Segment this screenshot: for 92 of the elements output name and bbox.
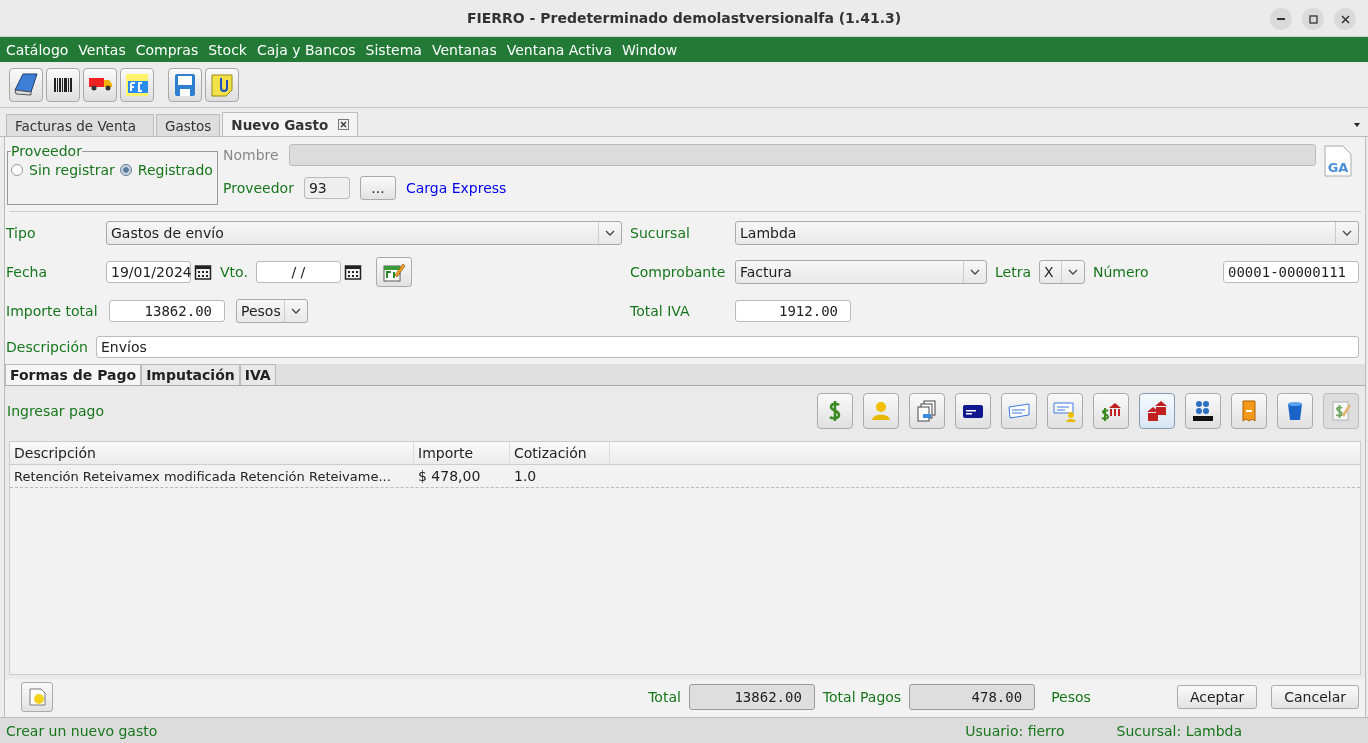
maximize-icon: [1308, 14, 1318, 24]
field-label: Letra: [995, 264, 1031, 280]
tab[interactable]: Imputación: [141, 364, 240, 385]
amount-field[interactable]: 13862.00: [109, 300, 225, 322]
toolbar-button[interactable]: [46, 67, 80, 102]
branch-dropdown[interactable]: Lambda: [735, 221, 1359, 245]
field-label: Proveedor: [223, 180, 294, 196]
field-label: Importe total: [6, 303, 99, 319]
field-label: Total: [648, 689, 681, 705]
supplier-link[interactable]: Carga Express: [405, 180, 507, 196]
calendar-pencil-icon: [381, 261, 406, 283]
letter-dropdown[interactable]: X: [1039, 260, 1085, 284]
maximize-button[interactable]: [1302, 8, 1324, 30]
due-date-field[interactable]: / /: [255, 261, 341, 283]
payment-method-button[interactable]: [955, 393, 991, 429]
supplier-code-field[interactable]: 93: [303, 177, 350, 199]
total-field: 13862.00: [688, 684, 815, 710]
section-label: Ingresar pago: [7, 403, 104, 419]
type-dropdown[interactable]: Gastos de envío: [106, 221, 622, 245]
payments-total-field: 478.00: [909, 684, 1036, 710]
window-title: FIERRO - Predeterminado demolastversionalfa (1.41.3): [466, 10, 902, 26]
close-button[interactable]: [1334, 8, 1356, 30]
dialog-button[interactable]: Aceptar: [1176, 685, 1258, 709]
calendar-icon: [194, 263, 212, 281]
table-cell-text: Retención Reteivamex modificada Retención Reteivame...: [13, 468, 392, 484]
menu-item[interactable]: Sistema: [365, 41, 422, 58]
field-label: Vto.: [220, 264, 248, 280]
person-icon: [869, 399, 893, 423]
menu-item[interactable]: Compras: [135, 41, 199, 58]
number-field[interactable]: 00001-00000111: [1223, 261, 1359, 283]
currency-dropdown[interactable]: Pesos: [236, 299, 308, 323]
vat-field[interactable]: 1912.00: [735, 300, 851, 322]
calendar-icon: [343, 263, 362, 281]
new-note-button[interactable]: [21, 682, 53, 712]
field-label: Descripción: [6, 339, 89, 355]
menu-item[interactable]: Catálogo: [6, 41, 69, 58]
tab[interactable]: Nuevo Gasto: [222, 112, 359, 136]
status-message: Crear un nuevo gasto: [6, 722, 158, 739]
caret-icon: [1342, 230, 1352, 236]
minimize-button[interactable]: [1270, 8, 1292, 30]
toolbar-button[interactable]: [83, 67, 117, 102]
table-cell-text: $ 478,00: [417, 468, 482, 484]
column-header[interactable]: Importe: [414, 442, 510, 464]
field-label: Total IVA: [630, 303, 691, 319]
menu-item[interactable]: Ventanas: [431, 41, 497, 58]
documents-icon: [915, 399, 939, 423]
column-header[interactable]: Descripción: [10, 442, 414, 464]
field-label: Tipo: [6, 225, 37, 241]
status-branch: Sucursal: Lambda: [1116, 722, 1242, 739]
caret-icon: [605, 230, 615, 236]
calendar-edit-button[interactable]: [375, 257, 412, 287]
voucher-dropdown[interactable]: Factura: [735, 260, 987, 284]
menu-item[interactable]: Caja y Bancos: [256, 41, 356, 58]
document-badge-icon: GA: [1321, 144, 1355, 178]
menu-item[interactable]: Window: [621, 41, 678, 58]
group-title: Proveedor: [11, 143, 82, 159]
field-label: Número: [1093, 264, 1149, 280]
radio-button[interactable]: Registrado: [119, 162, 213, 178]
tab[interactable]: Formas de Pago: [5, 364, 142, 385]
minimize-icon: [1277, 18, 1285, 20]
toolbar-button[interactable]: [9, 67, 43, 102]
caret-icon: [970, 269, 980, 275]
browse-button[interactable]: ...: [359, 176, 396, 200]
description-field[interactable]: Envíos: [96, 336, 1359, 358]
menu-item[interactable]: Ventana Activa: [506, 41, 612, 58]
payment-method-button[interactable]: [1185, 393, 1221, 429]
tab[interactable]: IVA: [239, 364, 276, 385]
field-label: Comprobante: [630, 264, 727, 280]
field-label: Sucursal: [630, 225, 691, 241]
tab[interactable]: Gastos: [156, 114, 221, 136]
toolbar-button[interactable]: [205, 67, 239, 102]
truck-icon: [88, 78, 112, 91]
cheque-person-icon: [1053, 399, 1077, 423]
field-label: Total Pagos: [822, 689, 902, 705]
close-icon: [338, 119, 350, 130]
dollar-pencil-icon: [1329, 399, 1353, 423]
note-icon: [27, 687, 47, 707]
close-icon: [1340, 14, 1350, 24]
caret-icon: [1068, 269, 1078, 275]
status-user: Usuario: fierro: [965, 722, 1065, 739]
menu-item[interactable]: Stock: [208, 41, 247, 58]
field-label: Nombre: [223, 147, 279, 163]
tab[interactable]: Facturas de Venta: [6, 114, 154, 136]
field-label: Pesos: [1051, 689, 1091, 705]
radio-button[interactable]: Sin registrar: [11, 162, 115, 178]
caret-icon: [291, 308, 301, 314]
column-header[interactable]: Cotización: [510, 442, 610, 464]
table-cell-text: 1.0: [513, 468, 538, 484]
field-label: Fecha: [6, 264, 49, 280]
menu-item[interactable]: Ventas: [78, 41, 126, 58]
date-field[interactable]: 19/01/2024: [106, 261, 191, 283]
dialog-button[interactable]: Cancelar: [1271, 685, 1359, 709]
